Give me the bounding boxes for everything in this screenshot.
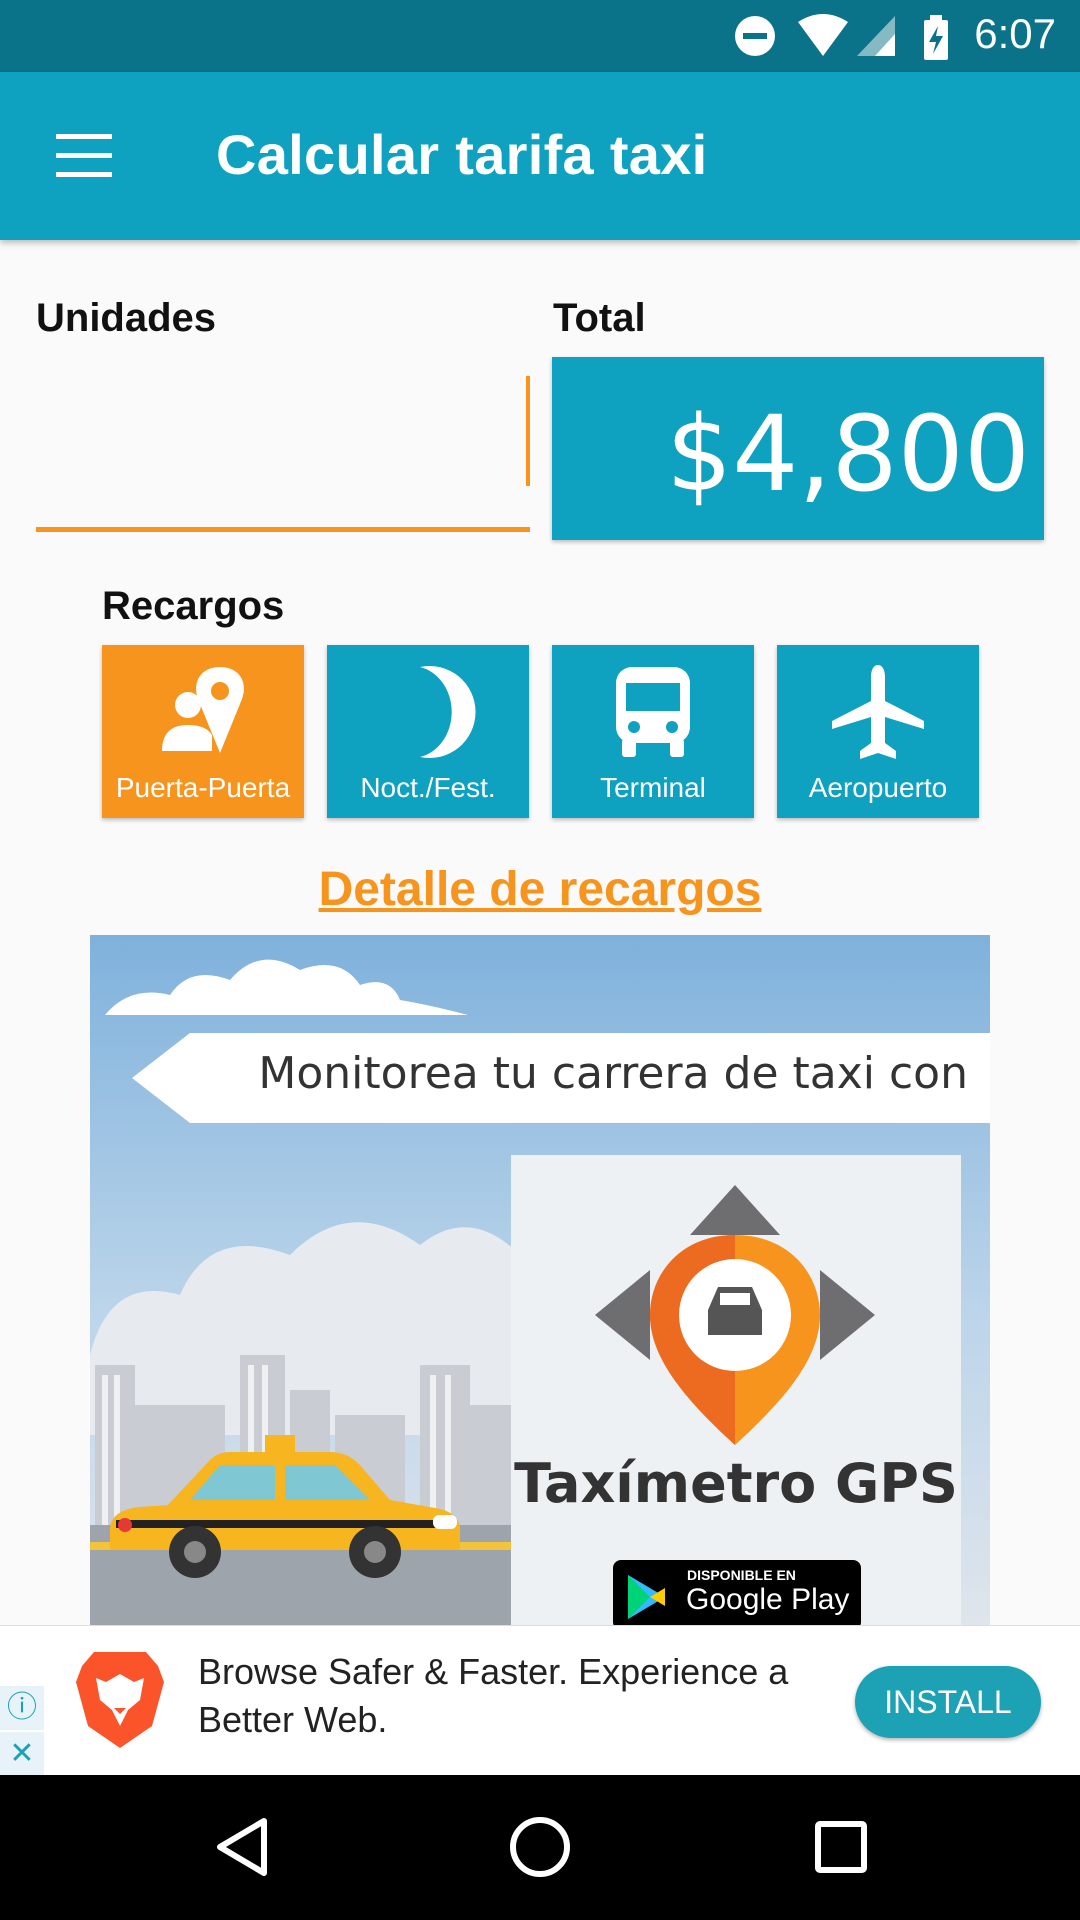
back-icon[interactable]	[212, 1815, 272, 1879]
brave-logo-icon	[76, 1652, 164, 1748]
units-input[interactable]	[36, 372, 530, 527]
promo-headline: Monitorea tu carrera de taxi con	[258, 1048, 968, 1099]
promo-brand: Taxímetro GPS	[514, 1452, 958, 1515]
units-field[interactable]	[36, 372, 530, 532]
text-cursor	[526, 376, 530, 486]
surcharge-door-to-door-button[interactable]: Puerta-Puerta	[102, 645, 304, 818]
app-bar: Calcular tarifa taxi	[0, 72, 1080, 240]
do-not-disturb-icon	[735, 16, 775, 56]
surcharge-label: Puerta-Puerta	[115, 772, 291, 803]
ad-bar: ⓘ ✕ Browse Safer & Faster. Experience a …	[0, 1625, 1080, 1776]
signal-icon	[857, 16, 895, 56]
surcharge-label: Terminal	[600, 772, 706, 803]
airplane-icon	[832, 665, 924, 759]
units-label: Unidades	[36, 296, 217, 340]
surcharges-label: Recargos	[102, 584, 285, 628]
total-value: $4,800	[666, 393, 1030, 515]
door-to-door-icon	[162, 667, 244, 753]
ad-close-icon[interactable]: ✕	[0, 1732, 44, 1776]
home-icon[interactable]	[509, 1816, 571, 1878]
surcharge-label: Noct./Fest.	[360, 772, 496, 803]
wifi-icon	[798, 14, 848, 56]
total-display: $4,800	[552, 357, 1044, 540]
promo-illustration	[90, 959, 990, 1625]
install-button[interactable]: INSTALL	[855, 1666, 1041, 1738]
page-title: Calcular tarifa taxi	[216, 123, 708, 186]
surcharge-airport-button[interactable]: Aeropuerto	[777, 645, 979, 818]
status-time: 6:07	[974, 10, 1056, 57]
bus-icon	[616, 667, 690, 757]
store-badge-big: Google Play	[686, 1583, 850, 1616]
recents-icon[interactable]	[814, 1820, 868, 1874]
promo-banner[interactable]: Monitorea tu carrera de taxi con Taxímet…	[90, 935, 990, 1625]
ad-text: Browse Safer & Faster. Experience a Bett…	[198, 1651, 789, 1740]
store-badge-small: DISPONIBLE EN	[687, 1567, 796, 1583]
ad-info-icon[interactable]: ⓘ	[0, 1686, 44, 1730]
surcharge-label: Aeropuerto	[808, 772, 948, 803]
surcharge-terminal-button[interactable]: Terminal	[552, 645, 754, 818]
menu-icon[interactable]	[56, 134, 112, 178]
surcharge-details-link[interactable]: Detalle de recargos	[0, 862, 1080, 917]
surcharge-night-holiday-button[interactable]: Noct./Fest.	[327, 645, 529, 818]
moon-icon	[420, 666, 476, 758]
navigation-bar	[0, 1775, 1080, 1920]
total-label: Total	[553, 296, 646, 340]
battery-charging-icon	[924, 15, 948, 60]
status-bar: 6:07	[0, 0, 1080, 72]
